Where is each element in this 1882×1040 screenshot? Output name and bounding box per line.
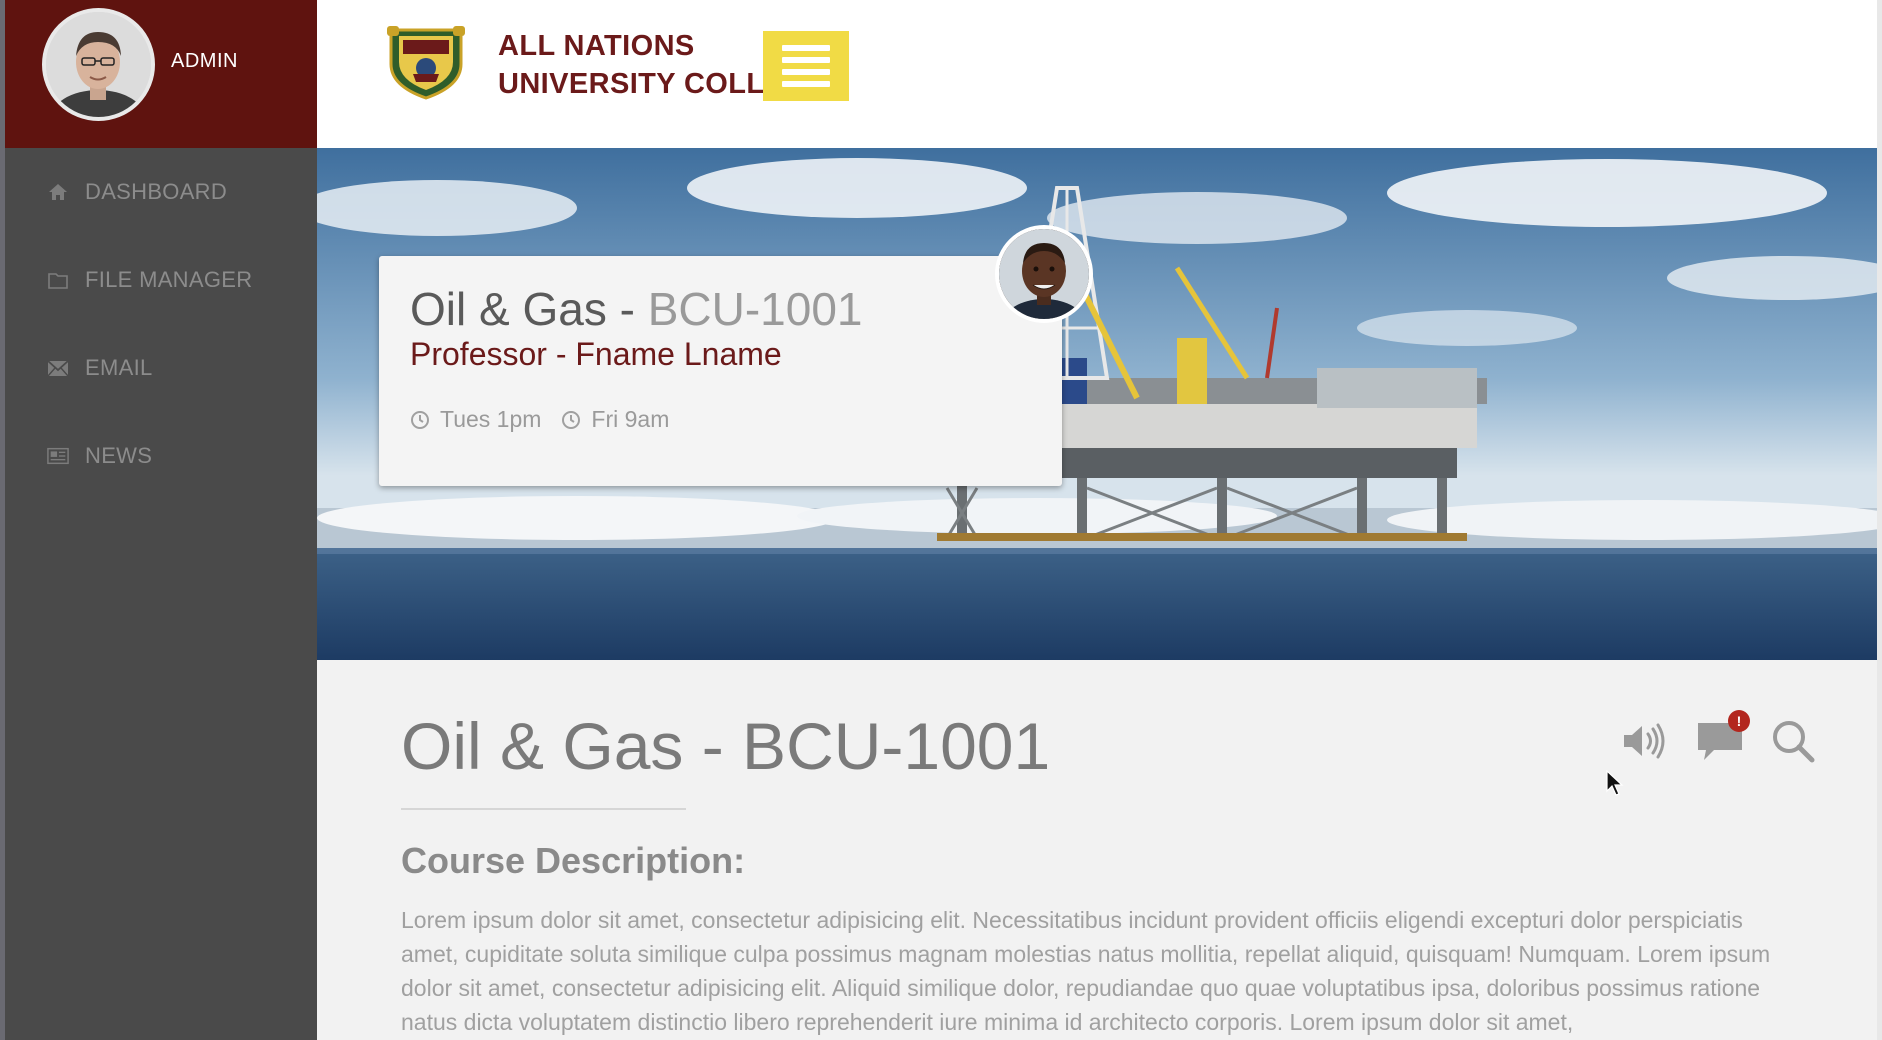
clock-icon [562, 410, 581, 429]
sidebar-item-label: DASHBOARD [85, 179, 228, 204]
schedule-slot: Fri 9am [561, 406, 669, 433]
hamburger-menu-button[interactable] [763, 31, 849, 101]
sidebar-item-dashboard[interactable]: DASHBOARD [5, 148, 317, 236]
course-description-heading: Course Description: [401, 840, 746, 881]
page-title: Oil & Gas - BCU-1001 [401, 709, 1051, 783]
envelope-icon [47, 357, 69, 379]
sidebar-item-label: EMAIL [85, 355, 153, 380]
sidebar-item-news[interactable]: NEWS [5, 412, 317, 500]
sidebar-item-label: FILE MANAGER [85, 267, 253, 292]
sidebar-item-label: NEWS [85, 443, 153, 468]
admin-profile: ADMIN [5, 0, 317, 148]
college-name-line2: UNIVERSITY COLLEGE [498, 68, 768, 100]
schedule-time: Fri 9am [591, 406, 670, 432]
course-description-text: Lorem ipsum dolor sit amet, consectetur … [401, 907, 1771, 1035]
hamburger-bar [782, 81, 830, 87]
professor-avatar[interactable] [995, 225, 1093, 323]
speaker-button[interactable] [1619, 715, 1671, 767]
college-name-line1: ALL NATIONS [498, 30, 695, 62]
sidebar-item-email[interactable]: EMAIL [5, 324, 317, 412]
admin-name: ADMIN [171, 50, 238, 72]
top-header: ALL NATIONS UNIVERSITY COLLEGE [317, 0, 1877, 148]
course-info-card[interactable]: Oil & Gas - BCU-1001 Professor - Fname L… [379, 256, 1062, 486]
hamburger-bar [782, 57, 830, 63]
title-divider [401, 808, 686, 810]
course-main-content: Oil & Gas - BCU-1001 ! Course Descriptio… [317, 660, 1877, 1040]
card-course-title: Oil & Gas - BCU-1001 [410, 282, 863, 336]
college-name: ALL NATIONS UNIVERSITY COLLEGE [498, 27, 768, 107]
card-schedule: Tues 1pm Fri 9am [410, 406, 689, 433]
hero-banner: Oil & Gas - BCU-1001 Professor - Fname L… [317, 148, 1877, 660]
hamburger-bar [782, 45, 830, 51]
admin-avatar[interactable] [42, 8, 155, 121]
notification-badge: ! [1728, 710, 1750, 732]
college-crest-logo[interactable] [383, 24, 469, 100]
card-professor-name: Professor - Fname Lname [410, 336, 782, 372]
hamburger-bar [782, 69, 830, 75]
search-button[interactable] [1767, 715, 1819, 767]
folder-icon [47, 269, 69, 291]
search-icon [1773, 721, 1815, 763]
schedule-slot: Tues 1pm [410, 406, 541, 433]
home-icon [47, 181, 69, 203]
window-edge [1877, 0, 1882, 1040]
sidebar: ADMIN DASHBOARD FILE MANAGER EMAIL NEWS [0, 0, 317, 1040]
mouse-pointer-icon [1606, 769, 1624, 801]
speaker-icon [1624, 723, 1665, 759]
newspaper-icon [47, 445, 69, 467]
card-course-name: Oil & Gas - [410, 283, 648, 335]
card-course-code: BCU-1001 [647, 283, 863, 335]
schedule-time: Tues 1pm [440, 406, 542, 432]
clock-icon [411, 410, 429, 429]
sidebar-nav: DASHBOARD FILE MANAGER EMAIL NEWS [5, 148, 317, 500]
sidebar-item-file-manager[interactable]: FILE MANAGER [5, 236, 317, 324]
